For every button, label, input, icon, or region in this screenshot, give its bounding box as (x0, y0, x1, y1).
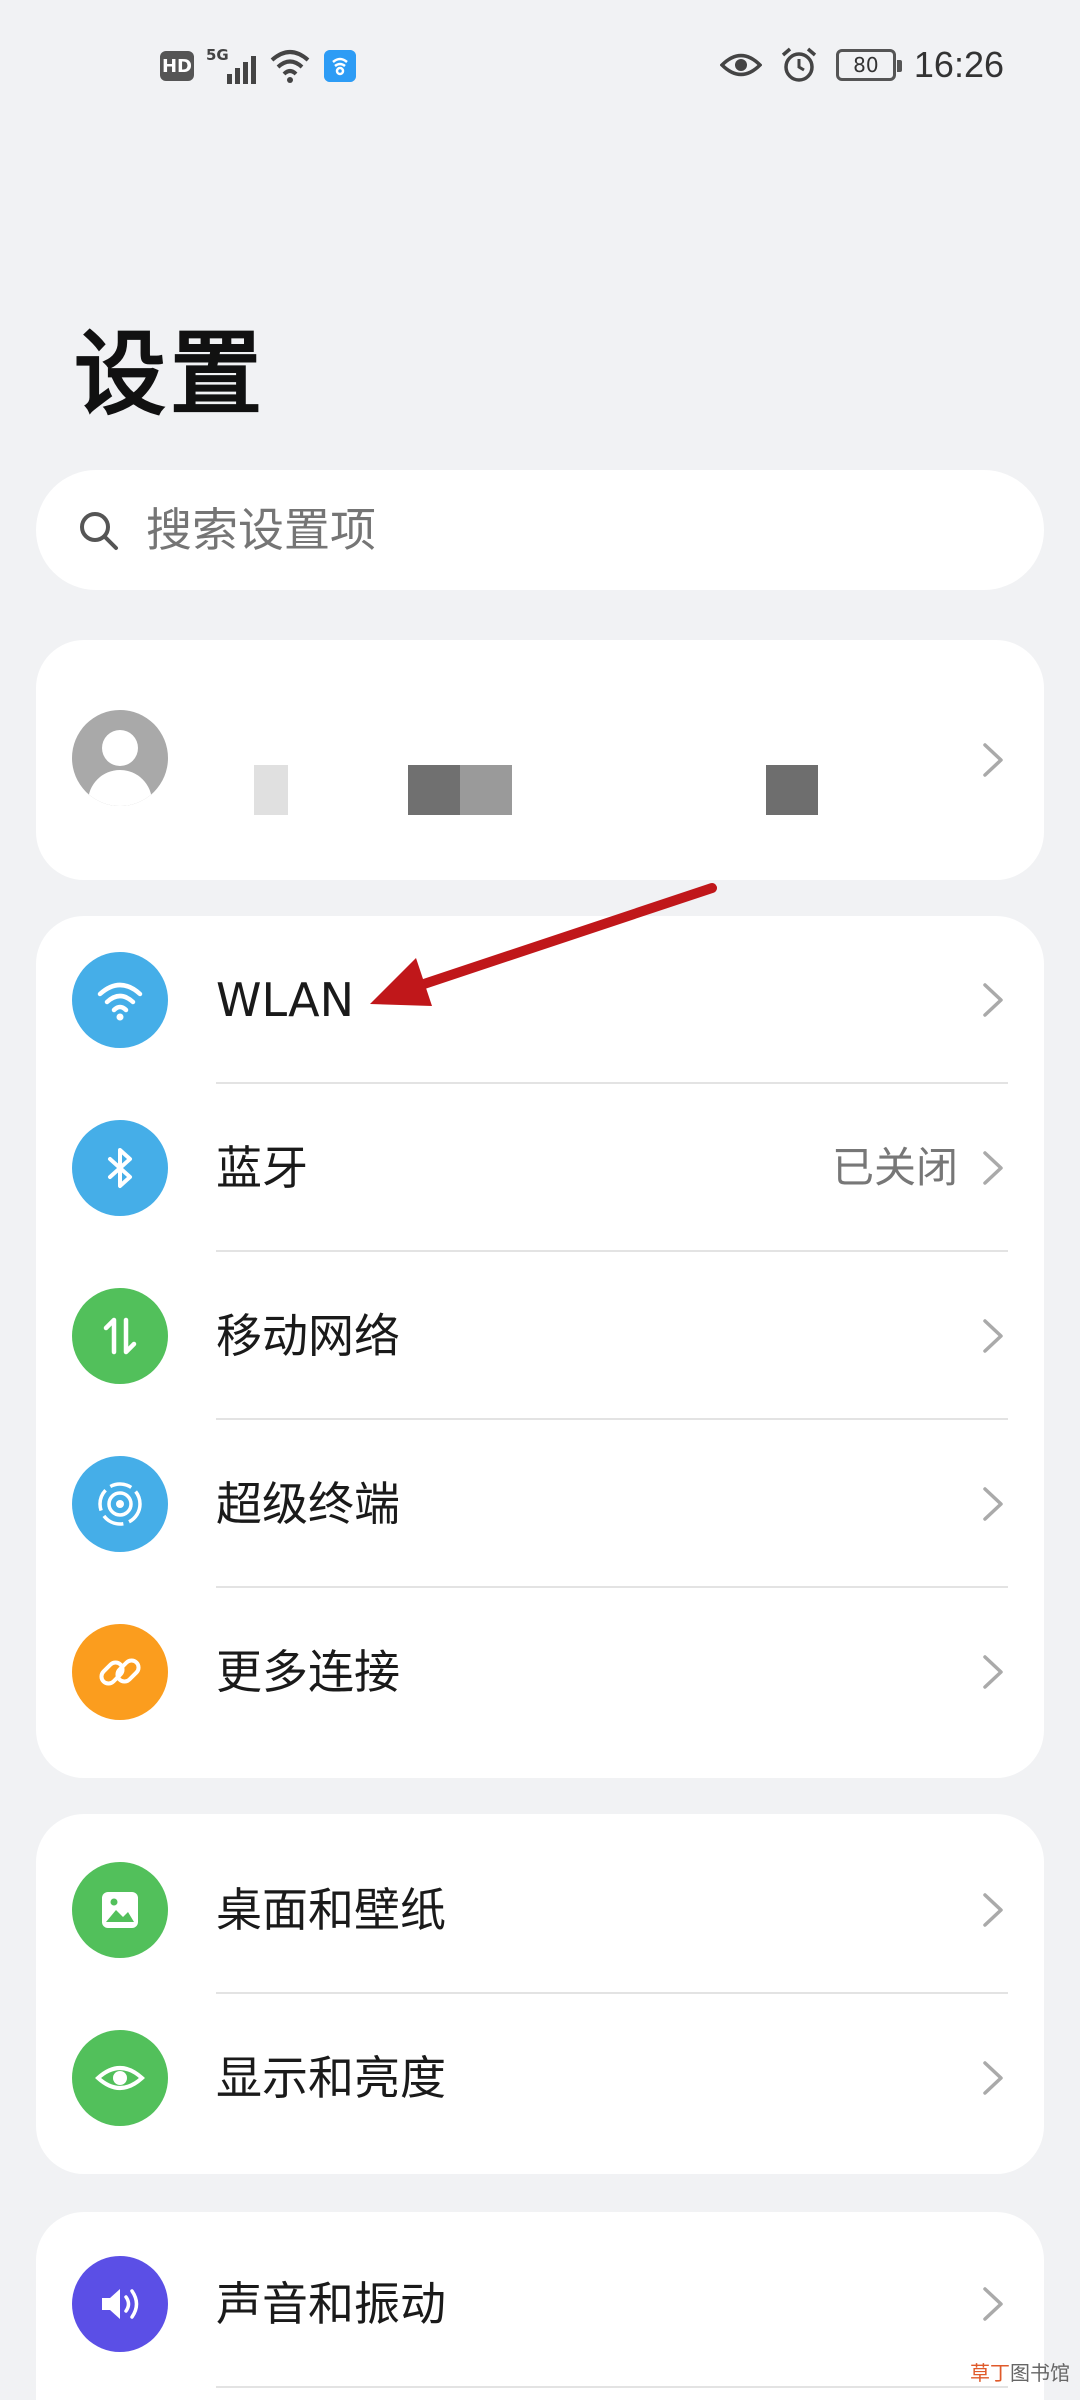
settings-row-sound-vibration[interactable]: 声音和振动 (36, 2220, 1044, 2388)
wallpaper-icon (72, 1862, 168, 1958)
settings-row-label: 蓝牙 (216, 1141, 308, 1195)
settings-row-bluetooth[interactable]: 蓝牙 已关闭 (36, 1084, 1044, 1252)
chevron-right-icon (983, 743, 1003, 777)
status-bar-left: HD 5G (160, 46, 356, 86)
chevron-right-icon (983, 1487, 1003, 1521)
wifi-icon (270, 50, 310, 83)
settings-row-display-brightness[interactable]: 显示和亮度 (36, 1994, 1044, 2162)
chevron-right-icon (983, 1319, 1003, 1353)
settings-row-label: 更多连接 (216, 1645, 400, 1699)
status-bar: HD 5G 80 16:26 (0, 0, 1080, 140)
speaker-icon (72, 2256, 168, 2352)
status-bar-right: 80 16:26 (719, 44, 1004, 86)
mobile-data-icon (72, 1288, 168, 1384)
settings-row-label: 桌面和壁纸 (216, 1883, 446, 1937)
chevron-right-icon (983, 1893, 1003, 1927)
chevron-right-icon (983, 1655, 1003, 1689)
settings-row-label: 超级终端 (216, 1477, 400, 1531)
display-group: 桌面和壁纸 显示和亮度 (36, 1814, 1044, 2174)
settings-row-label: WLAN (216, 973, 355, 1027)
settings-row-label: 声音和振动 (216, 2277, 446, 2331)
divider (216, 2386, 1008, 2388)
search-input[interactable] (146, 503, 946, 557)
account-card[interactable] (36, 640, 1044, 880)
alarm-icon (781, 47, 817, 82)
settings-row-status: 已关闭 (831, 1143, 958, 1192)
sound-group: 声音和振动 (36, 2212, 1044, 2400)
settings-row-label: 移动网络 (216, 1309, 400, 1363)
chevron-right-icon (983, 2061, 1003, 2095)
battery-icon: 80 (835, 49, 902, 81)
annotation-arrow (370, 883, 717, 1006)
clock: 16:26 (913, 44, 1004, 85)
chevron-right-icon (983, 1151, 1003, 1185)
bluetooth-icon (72, 1120, 168, 1216)
settings-row-more-connections[interactable]: 更多连接 (36, 1588, 1044, 1756)
watermark: 草丁图书馆 (970, 2361, 1070, 2385)
settings-row-label: 显示和亮度 (216, 2051, 446, 2105)
chevron-right-icon (983, 983, 1003, 1017)
search-icon (80, 512, 118, 550)
settings-row-mobile-network[interactable]: 移动网络 (36, 1252, 1044, 1420)
sync-icon (324, 50, 356, 82)
eye-icon (72, 2030, 168, 2126)
wifi-icon (72, 952, 168, 1048)
connectivity-group: WLAN 蓝牙 已关闭 移动网络 超级终端 更多连接 (36, 916, 1044, 1778)
eye-icon (719, 53, 762, 77)
page-title: 设置 (74, 321, 267, 428)
settings-row-wallpaper[interactable]: 桌面和壁纸 (36, 1826, 1044, 1994)
link-icon (72, 1624, 168, 1720)
super-device-icon (72, 1456, 168, 1552)
chevron-right-icon (983, 2287, 1003, 2321)
settings-row-super-device[interactable]: 超级终端 (36, 1420, 1044, 1588)
search-bar[interactable] (36, 470, 1044, 590)
hd-icon: HD (160, 51, 194, 81)
5g-signal-icon: 5G (206, 46, 256, 86)
avatar-icon (72, 710, 168, 806)
